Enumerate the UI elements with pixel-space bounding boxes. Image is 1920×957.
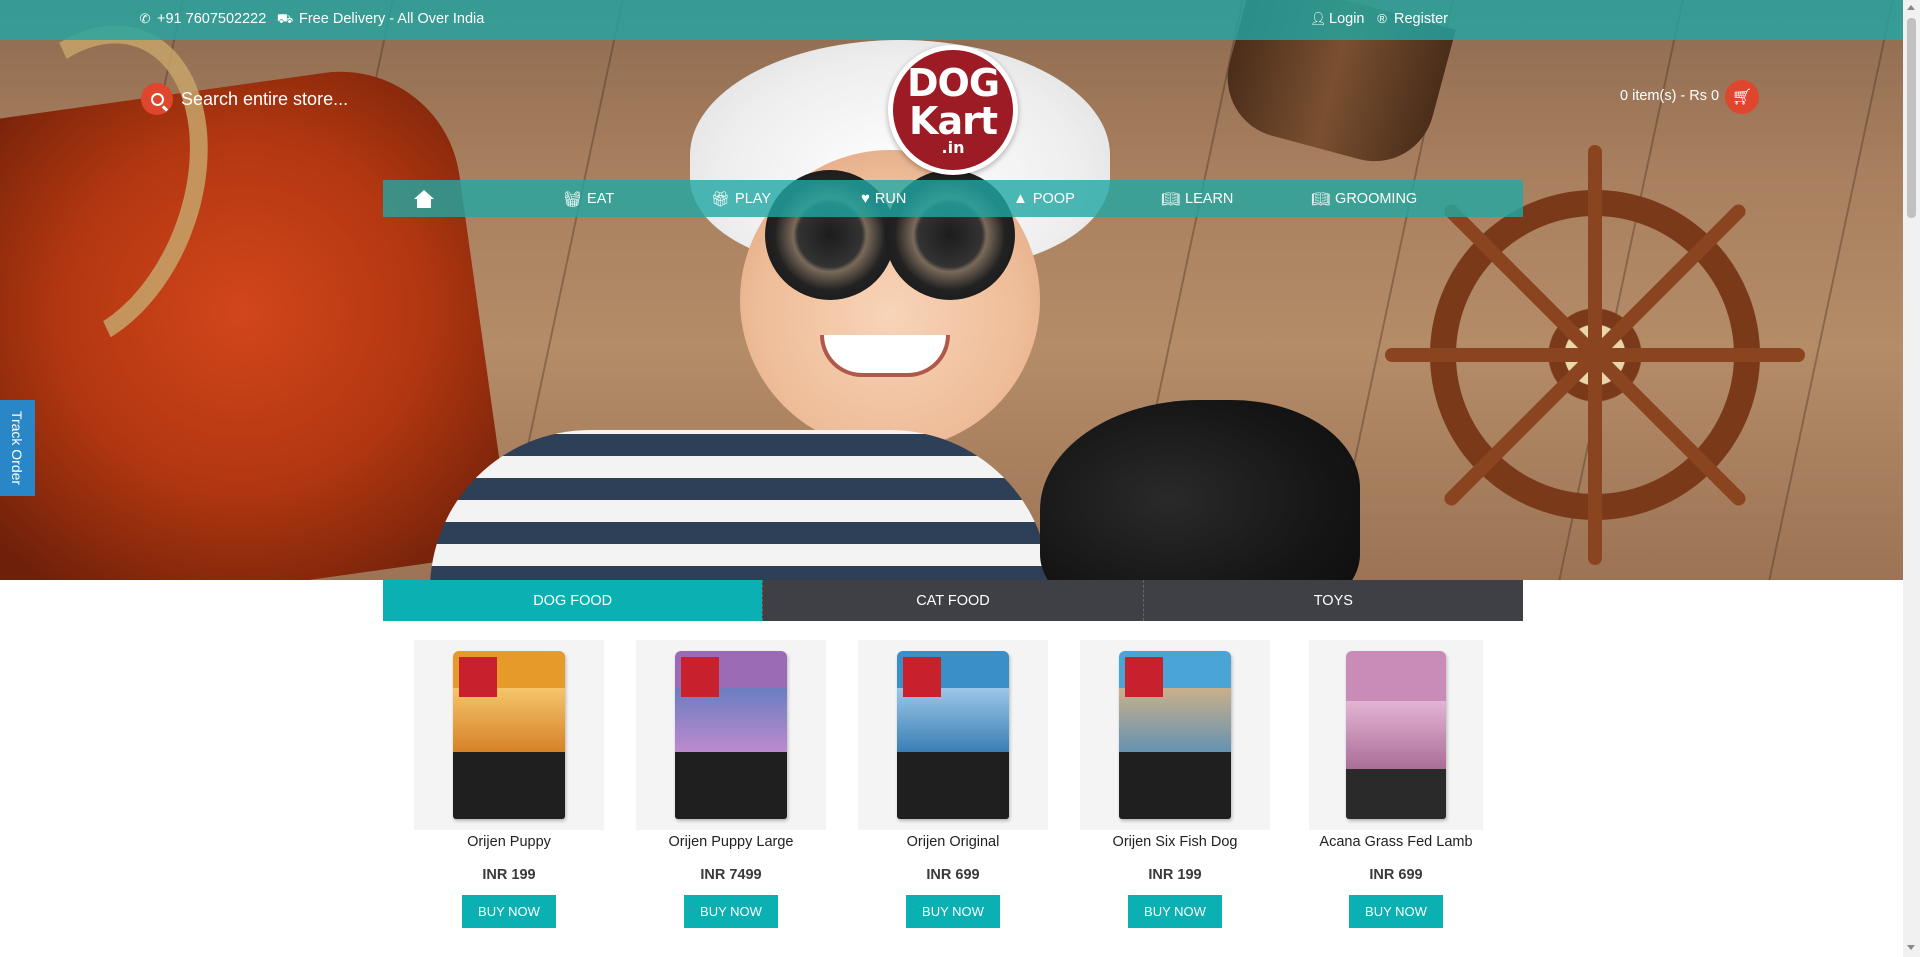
register-label: Register [1394, 11, 1448, 27]
delivery-text: Free Delivery - All Over India [299, 11, 485, 27]
search-button[interactable] [141, 83, 173, 115]
dog-food-bag-icon [897, 651, 1009, 819]
logo-text-dog: DOG [906, 61, 1000, 105]
dog-food-bag-icon [453, 651, 565, 819]
product-price: INR 7499 [700, 867, 762, 883]
nav-item-run[interactable]: ♥ RUN [861, 180, 906, 217]
nav-label: EAT [587, 190, 615, 207]
logo-text-kart: Kart [909, 99, 998, 143]
hero-dog [1040, 400, 1360, 580]
product-card: Acana Grass Fed Lamb INR 699 BUY NOW [1301, 640, 1491, 928]
product-card: Orijen Six Fish Dog INR 199 BUY NOW [1080, 640, 1270, 928]
cart-button[interactable]: 🛒︎ [1725, 80, 1759, 114]
deck-plank [1768, 0, 1894, 580]
buy-now-button[interactable]: BUY NOW [906, 895, 1000, 928]
product-card: Orijen Original INR 699 BUY NOW [858, 640, 1048, 928]
product-price: INR 199 [482, 867, 536, 883]
top-bar: ✆ +91 7607502222 ⛟ Free Delivery - All O… [0, 0, 1903, 40]
scrollbar-thumb[interactable] [1907, 18, 1916, 218]
product-name[interactable]: Orijen Puppy [414, 834, 604, 854]
tab-toys[interactable]: TOYS [1142, 580, 1523, 621]
main-navigation: 🧺︎ EAT 🎁︎ PLAY ♥ RUN ▲ POOP 📖︎ LEARN 📖︎ … [383, 180, 1523, 217]
truck-icon: ⛟ [276, 11, 294, 26]
logo-text-domain: .in [941, 138, 965, 157]
track-order-tab[interactable]: Track Order [0, 400, 35, 496]
product-name[interactable]: Orijen Puppy Large [636, 834, 826, 854]
product-name[interactable]: Orijen Original [858, 834, 1048, 854]
product-image[interactable] [636, 640, 826, 830]
phone-number: +91 7607502222 [157, 11, 267, 27]
dogkart-logo[interactable]: DOG Kart .in [888, 45, 1018, 175]
login-link[interactable]: 👤︎ Login [1310, 11, 1364, 27]
product-price: INR 699 [926, 867, 980, 883]
nav-label: POOP [1032, 190, 1075, 207]
page-scrollbar[interactable] [1903, 0, 1920, 957]
hero-ship-wheel [1385, 145, 1805, 565]
nav-home[interactable] [413, 180, 435, 217]
nav-label: RUN [874, 190, 907, 207]
category-tabs: DOG FOOD CAT FOOD TOYS [383, 580, 1523, 621]
registered-icon: ® [1377, 11, 1387, 26]
book-icon: 📖︎ [1311, 190, 1331, 208]
book-icon: 📖︎ [1161, 190, 1181, 208]
hero-striped-shirt [430, 430, 1050, 580]
buy-now-button[interactable]: BUY NOW [1349, 895, 1443, 928]
nav-item-poop[interactable]: ▲ POOP [1013, 180, 1075, 217]
shopping-cart-icon: 🛒︎ [1731, 89, 1753, 106]
nav-label: GROOMING [1335, 190, 1418, 207]
login-label: Login [1329, 11, 1365, 27]
nav-item-play[interactable]: 🎁︎ PLAY [711, 180, 771, 217]
product-card: Orijen Puppy Large INR 7499 BUY NOW [636, 640, 826, 928]
dog-food-bag-icon [675, 651, 787, 819]
track-order-label: Track Order [9, 410, 26, 486]
poop-icon: ▲ [1013, 190, 1028, 207]
buy-now-button[interactable]: BUY NOW [1128, 895, 1222, 928]
tab-dog-food[interactable]: DOG FOOD [383, 580, 763, 621]
buy-now-button[interactable]: BUY NOW [462, 895, 556, 928]
scroll-down-arrow-icon[interactable] [1907, 945, 1915, 950]
basket-icon: 🧺︎ [563, 190, 583, 208]
nav-label: PLAY [735, 190, 772, 207]
scroll-up-arrow-icon[interactable] [1907, 5, 1915, 10]
home-icon [413, 189, 435, 208]
product-name[interactable]: Orijen Six Fish Dog [1080, 834, 1270, 854]
search-input[interactable] [181, 83, 511, 115]
tab-cat-food[interactable]: CAT FOOD [762, 580, 1143, 621]
nav-label: LEARN [1185, 190, 1234, 207]
product-image[interactable] [414, 640, 604, 830]
phone-icon: ✆ [139, 11, 151, 26]
register-link[interactable]: ® Register [1375, 11, 1448, 27]
delivery-info: ⛟ Free Delivery - All Over India [276, 11, 485, 27]
heart-icon: ♥ [861, 190, 870, 207]
nav-item-grooming[interactable]: 📖︎ GROOMING [1311, 180, 1417, 217]
cart-summary[interactable]: 0 item(s) - Rs 0 [1620, 88, 1719, 104]
phone-contact[interactable]: ✆ +91 7607502222 [138, 11, 267, 27]
product-image[interactable] [1309, 640, 1483, 830]
gift-icon: 🎁︎ [711, 190, 731, 208]
product-image[interactable] [1080, 640, 1270, 830]
product-price: INR 699 [1369, 867, 1423, 883]
product-card: Orijen Puppy INR 199 BUY NOW [414, 640, 604, 928]
nav-item-eat[interactable]: 🧺︎ EAT [563, 180, 614, 217]
product-name[interactable]: Acana Grass Fed Lamb [1301, 834, 1491, 854]
product-image[interactable] [858, 640, 1048, 830]
nav-item-learn[interactable]: 📖︎ LEARN [1161, 180, 1233, 217]
user-icon: 👤︎ [1310, 11, 1327, 26]
dog-food-bag-icon [1346, 651, 1446, 819]
product-price: INR 199 [1148, 867, 1202, 883]
search-icon [150, 92, 164, 106]
buy-now-button[interactable]: BUY NOW [684, 895, 778, 928]
dog-food-bag-icon [1119, 651, 1231, 819]
